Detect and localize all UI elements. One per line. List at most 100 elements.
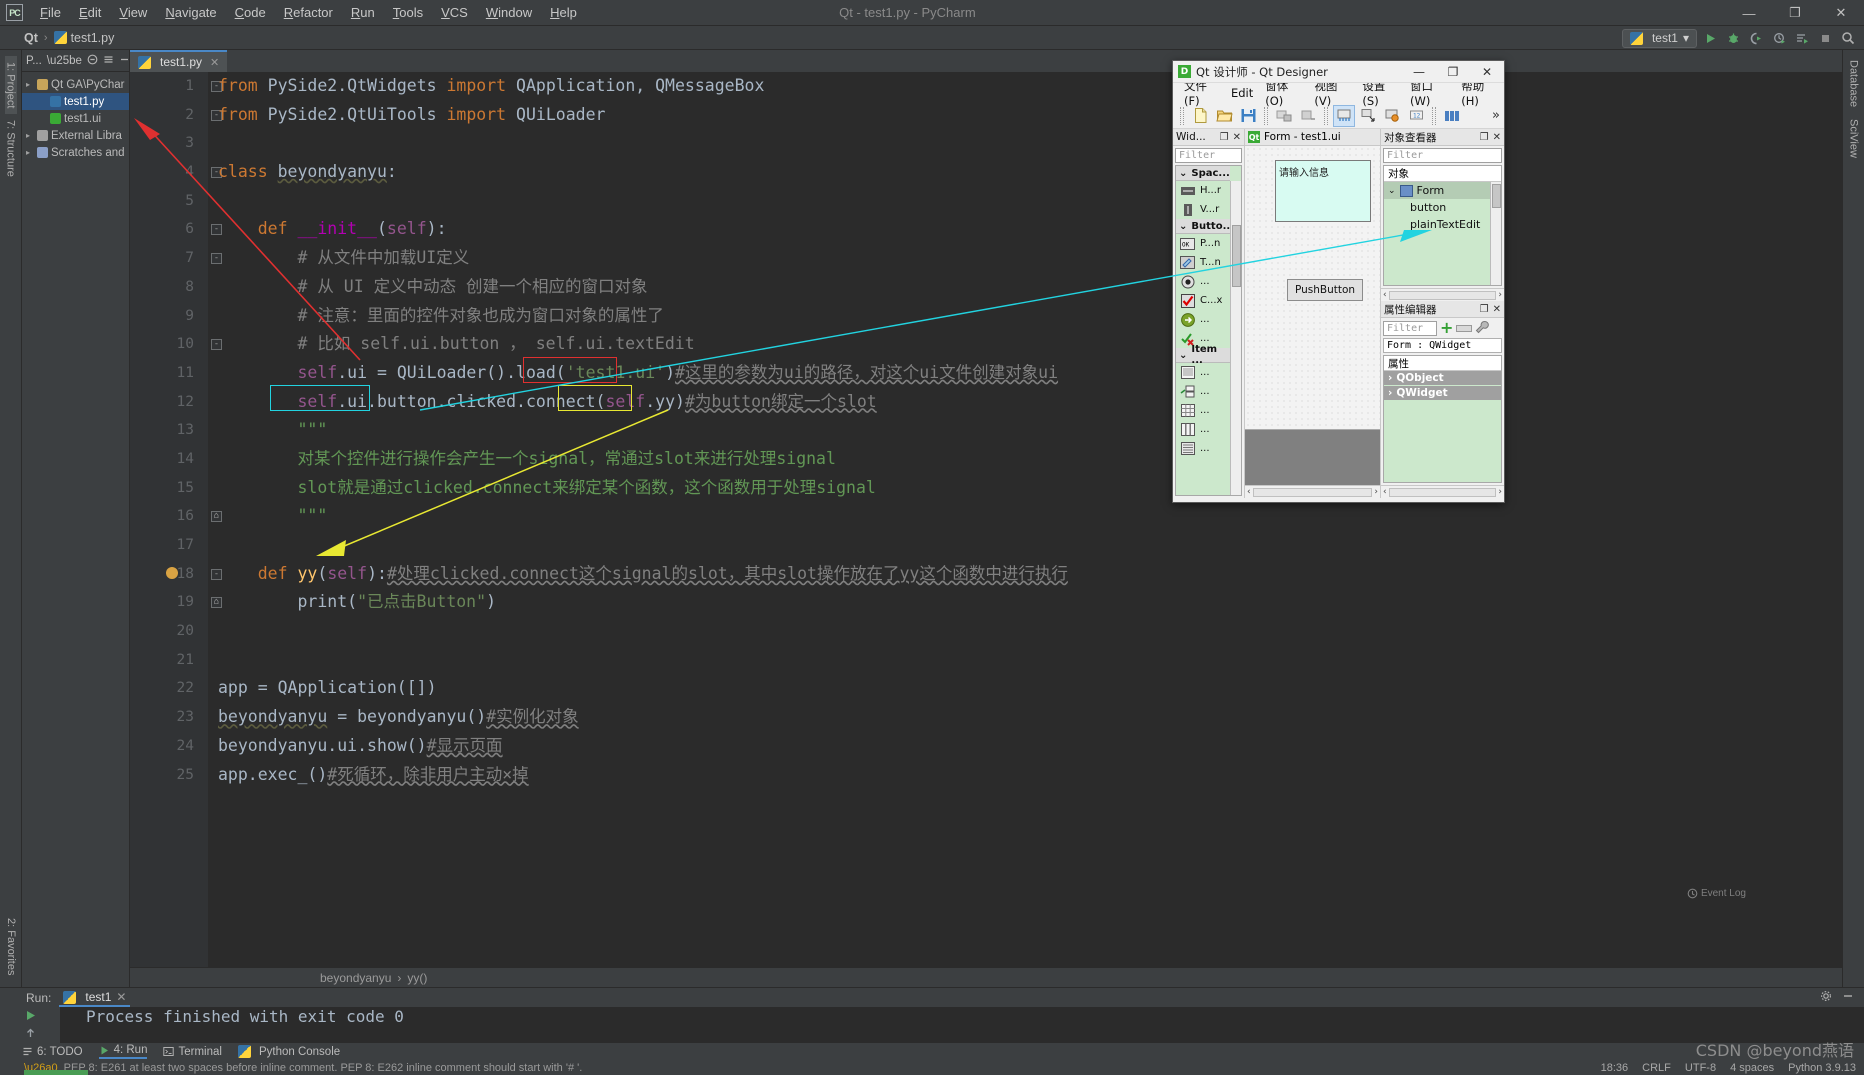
menu-vcs[interactable]: VCS xyxy=(432,3,477,22)
object-inspector-scrollbar-thumb[interactable] xyxy=(1492,184,1501,208)
editor-tab-test1[interactable]: test1.py ✕ xyxy=(130,50,228,72)
project-tree-item[interactable]: ▸ External Libra xyxy=(22,127,129,144)
line-number[interactable]: 21 xyxy=(130,646,208,675)
widget-box-item[interactable]: ... xyxy=(1176,439,1230,458)
run-configuration-selector[interactable]: test1 ▾ xyxy=(1621,28,1697,48)
line-number[interactable]: 13 xyxy=(130,416,208,445)
widget-box-item[interactable]: ... xyxy=(1176,420,1230,439)
code-line[interactable]: self.ui.button.clicked.connect(self.yy)#… xyxy=(218,388,1842,417)
pe-scroll-right-icon[interactable]: › xyxy=(1498,487,1502,497)
property-editor-list[interactable]: 属性 › QObject › QWidget xyxy=(1383,355,1502,483)
oi-scroll-right-icon[interactable]: › xyxy=(1498,290,1502,300)
qt-restore-button[interactable]: ❐ xyxy=(1436,61,1470,83)
caret-position[interactable]: 18:36 xyxy=(1601,1062,1629,1074)
menu-window[interactable]: Window xyxy=(477,3,541,22)
qt-close-button[interactable]: ✕ xyxy=(1470,61,1504,83)
edit-buddies-icon[interactable] xyxy=(1273,105,1295,127)
save-icon[interactable] xyxy=(1237,105,1259,127)
tool-window-favorites[interactable]: 2: Favorites xyxy=(5,912,17,981)
line-number[interactable]: 20 xyxy=(130,617,208,646)
line-number[interactable]: 18- xyxy=(130,560,222,589)
code-line[interactable]: slot就是通过clicked.connect来绑定某个函数，这个函数用于处理s… xyxy=(218,474,1842,503)
pe-scrollbar-thumb[interactable] xyxy=(1388,487,1497,497)
widget-box-item[interactable]: ... xyxy=(1176,272,1230,291)
close-button[interactable]: ✕ xyxy=(1818,0,1864,26)
code-line[interactable]: from PySide2.QtWidgets import QApplicati… xyxy=(218,72,1842,101)
run-tab-close-icon[interactable]: ✕ xyxy=(116,990,126,1004)
form-canvas[interactable]: 请输入信息 PushButton xyxy=(1245,146,1380,429)
code-line[interactable]: # 从文件中加载UI定义 xyxy=(218,244,1842,273)
new-form-icon[interactable] xyxy=(1189,105,1211,127)
project-tree-item[interactable]: test1.ui xyxy=(22,110,129,127)
project-tree-item[interactable]: ▸ Scratches and xyxy=(22,144,129,161)
form-scroll-right-icon[interactable]: › xyxy=(1374,487,1378,497)
indent-setting[interactable]: 4 spaces xyxy=(1730,1062,1774,1074)
rerun-icon[interactable] xyxy=(24,1009,37,1025)
toolbar-grip-2[interactable] xyxy=(1264,106,1268,125)
line-number[interactable]: 10- xyxy=(130,330,222,359)
line-number[interactable]: 24 xyxy=(130,732,208,761)
menu-view[interactable]: View xyxy=(110,3,156,22)
code-line[interactable] xyxy=(218,187,1842,216)
settings-icon[interactable] xyxy=(103,54,114,68)
menu-tools[interactable]: Tools xyxy=(384,3,432,22)
line-number[interactable]: 7- xyxy=(130,244,222,273)
property-editor-float-icon[interactable]: ❐ xyxy=(1480,304,1489,315)
expander-icon[interactable]: ▸ xyxy=(26,80,34,89)
menu-code[interactable]: Code xyxy=(226,3,275,22)
push-button-widget[interactable]: PushButton xyxy=(1287,279,1363,301)
qt-minimize-button[interactable]: — xyxy=(1402,61,1436,83)
code-line[interactable]: from PySide2.QtUiTools import QUiLoader xyxy=(218,101,1842,130)
widget-category-header[interactable]: ⌄ Spac... xyxy=(1176,166,1230,181)
widget-box-list[interactable]: ⌄ Spac... H...r V...r ⌄ Butto... OK P...n T...n.… xyxy=(1175,165,1242,496)
edit-resources-icon[interactable] xyxy=(1381,105,1403,127)
tab-close-icon[interactable]: ✕ xyxy=(210,56,219,69)
plus-icon[interactable]: + xyxy=(1440,320,1453,336)
object-inspector-scrollbar[interactable] xyxy=(1490,182,1501,285)
code-line[interactable]: # 从 UI 定义中动态 创建一个相应的窗口对象 xyxy=(218,273,1842,302)
toolbar-overflow-icon[interactable]: » xyxy=(1492,108,1504,123)
breadcrumb-class[interactable]: beyondyanyu xyxy=(320,971,391,985)
widget-box-item[interactable]: C...x xyxy=(1176,291,1230,310)
widget-box-float-icon[interactable]: ❐ xyxy=(1220,132,1229,143)
code-line[interactable] xyxy=(218,531,1842,560)
line-number-gutter[interactable]: 1-2-3 4-5 6-7-8 9 10-11 12 13 14 15 16 ⌂ 17 18-19 ⌂ 20… xyxy=(130,72,222,967)
code-line[interactable] xyxy=(218,646,1842,675)
widget-box-scrollbar-thumb[interactable] xyxy=(1232,225,1241,287)
property-editor-filter-input[interactable]: Filter xyxy=(1383,320,1437,336)
widget-box-filter-input[interactable]: Filter xyxy=(1175,148,1242,163)
line-number[interactable]: 23 xyxy=(130,703,208,732)
form-scroll-left-icon[interactable]: ‹ xyxy=(1247,487,1251,497)
project-view-dropdown-icon[interactable]: \u25be xyxy=(47,55,82,67)
python-interpreter[interactable]: Python 3.9.13 xyxy=(1788,1062,1856,1074)
code-text[interactable]: from PySide2.QtWidgets import QApplicati… xyxy=(208,72,1842,967)
widget-box-item[interactable]: T...n xyxy=(1176,253,1230,272)
event-log-badge[interactable]: Event Log xyxy=(1687,888,1746,899)
status-python-console[interactable]: Python Console xyxy=(237,1045,340,1058)
form-horizontal-scrollbar[interactable]: ‹ › xyxy=(1245,485,1380,498)
widget-category-header[interactable]: ⌄ Item ... xyxy=(1176,344,1230,366)
object-inspector-filter-input[interactable]: Filter xyxy=(1383,148,1502,163)
form-scrollbar-thumb[interactable] xyxy=(1252,487,1373,497)
line-separator[interactable]: CRLF xyxy=(1642,1062,1671,1074)
expander-icon[interactable]: ▸ xyxy=(26,148,34,157)
property-editor-hscrollbar[interactable]: ‹ › xyxy=(1381,485,1504,498)
code-line[interactable]: self.ui = QUiLoader().load('test1.ui')#这… xyxy=(218,359,1842,388)
status-todo[interactable]: 6: TODO xyxy=(22,1046,83,1058)
coverage-icon[interactable] xyxy=(1746,29,1766,48)
widget-box-item[interactable]: ... xyxy=(1176,310,1230,329)
scroll-up-icon[interactable] xyxy=(24,1027,37,1043)
menu-edit[interactable]: Edit xyxy=(70,3,110,22)
line-number[interactable]: 5 xyxy=(130,187,208,216)
menu-help[interactable]: Help xyxy=(541,3,586,22)
code-line[interactable]: beyondyanyu = beyondyanyu()#实例化对象 xyxy=(218,703,1842,732)
line-number[interactable]: 16 ⌂ xyxy=(130,502,222,531)
menu-navigate[interactable]: Navigate xyxy=(156,3,225,22)
run-tab-test1[interactable]: test1 ✕ xyxy=(59,988,131,1007)
object-inspector-row[interactable]: ⌄ Form xyxy=(1384,182,1490,199)
code-line[interactable]: class beyondyanyu: xyxy=(218,158,1842,187)
gear-icon[interactable] xyxy=(1820,990,1832,1005)
wrench-icon[interactable] xyxy=(1475,320,1490,337)
breadcrumb-file[interactable]: test1.py xyxy=(53,31,114,45)
code-line[interactable] xyxy=(218,617,1842,646)
